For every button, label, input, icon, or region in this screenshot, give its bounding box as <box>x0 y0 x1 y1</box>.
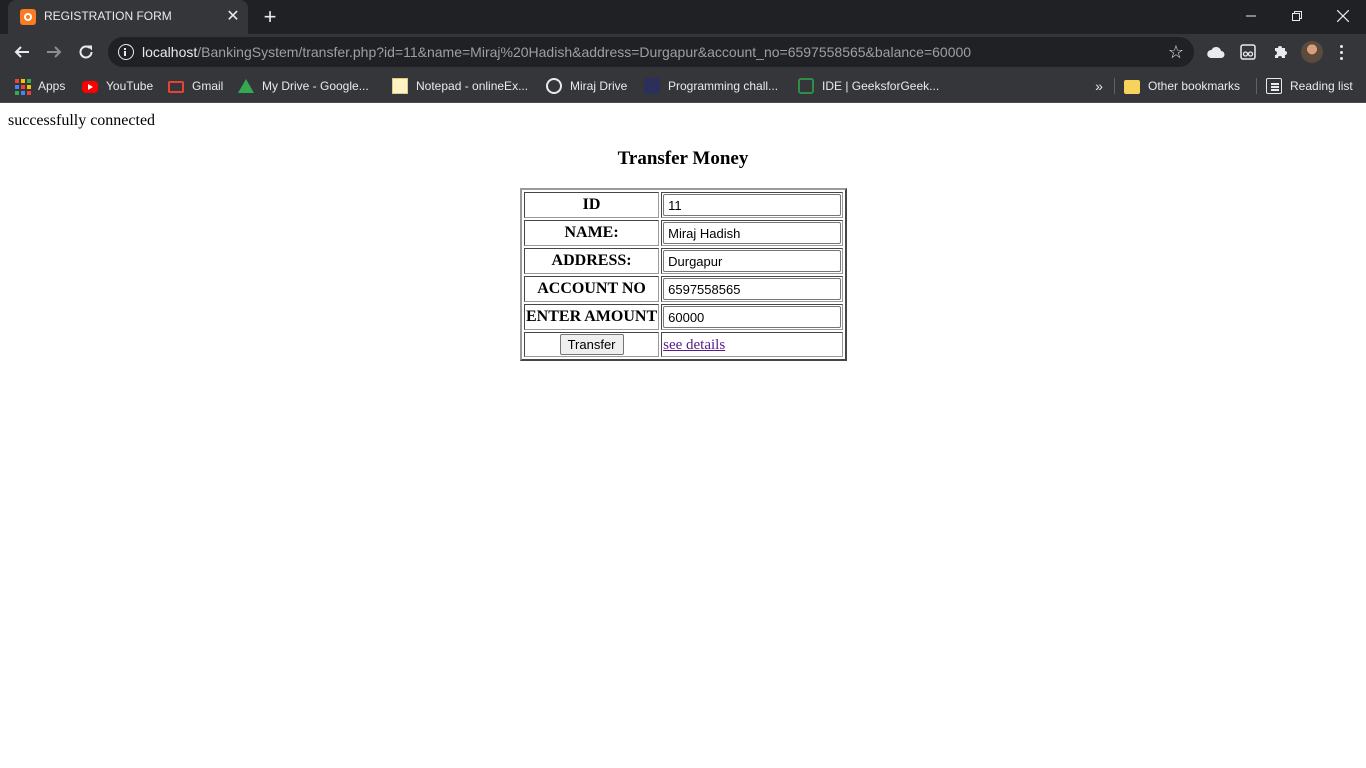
bookmark-label: YouTube <box>106 79 154 93</box>
name-label: NAME: <box>524 220 660 246</box>
browser-tab[interactable]: REGISTRATION FORM ✕ <box>8 0 248 34</box>
bookmark-label: Gmail <box>192 79 224 93</box>
bookmark-label: Notepad - onlineEx... <box>416 79 529 93</box>
restore-icon <box>1292 11 1302 21</box>
bookmark-notepad[interactable]: Notepad - onlineEx... <box>392 76 528 96</box>
bookmark-ide[interactable]: IDE | GeeksforGeek... <box>798 76 939 96</box>
globe-icon <box>546 78 562 94</box>
chrome-menu-icon[interactable] <box>1334 41 1348 63</box>
see-details-link[interactable]: see details <box>663 337 725 353</box>
reading-list-label: Reading list <box>1290 79 1353 93</box>
restore-button[interactable] <box>1274 2 1320 30</box>
bookmark-site-icon <box>644 78 660 94</box>
bookmark-label: Miraj Drive <box>570 79 628 93</box>
folder-icon <box>1124 79 1140 94</box>
bookmarks-bar: Apps YouTube Gmail My Drive - Google... … <box>0 70 1366 103</box>
tab-title: REGISTRATION FORM <box>44 9 172 23</box>
form-row-name: NAME: <box>524 220 844 246</box>
address-url[interactable]: localhost/BankingSystem/transfer.php?id=… <box>142 44 971 60</box>
address-bar[interactable]: localhost/BankingSystem/transfer.php?id=… <box>108 37 1194 67</box>
url-host: localhost <box>142 44 198 60</box>
close-window-button[interactable] <box>1320 2 1366 30</box>
transfer-button[interactable]: Transfer <box>559 334 624 355</box>
reload-button[interactable] <box>72 38 100 66</box>
profile-avatar[interactable] <box>1301 41 1323 63</box>
google-drive-icon <box>238 79 254 93</box>
address-label: ADDRESS: <box>524 248 660 274</box>
other-bookmarks[interactable]: Other bookmarks <box>1124 76 1240 96</box>
form-row-actions: Transfer see details <box>524 332 844 357</box>
bookmark-label: Apps <box>38 79 66 93</box>
browser-toolbar: localhost/BankingSystem/transfer.php?id=… <box>0 34 1366 70</box>
more-bookmarks-chevron-icon[interactable]: » <box>1090 76 1108 96</box>
extensions-puzzle-icon[interactable] <box>1269 41 1291 63</box>
youtube-icon <box>82 81 98 93</box>
reading-list-icon <box>1266 78 1282 94</box>
geeksforgeeks-icon <box>798 78 814 94</box>
page-title: Transfer Money <box>617 148 749 169</box>
bookmark-programming[interactable]: Programming chall... <box>644 76 778 96</box>
bookmark-label: My Drive - Google... <box>262 79 369 93</box>
forward-arrow-icon <box>47 46 62 58</box>
reading-list[interactable]: Reading list <box>1266 76 1353 96</box>
form-row-account: ACCOUNT NO <box>524 276 844 302</box>
amount-label: ENTER AMOUNT <box>524 304 660 330</box>
form-row-id: ID <box>524 192 844 218</box>
gmail-icon <box>168 81 184 93</box>
bookmark-gmail[interactable]: Gmail <box>168 76 223 96</box>
bookmark-label: IDE | GeeksforGeek... <box>822 79 940 93</box>
apps-grid-icon <box>14 78 31 95</box>
url-path: /BankingSystem/transfer.php?id=11&name=M… <box>197 44 972 60</box>
connection-status: successfully connected <box>8 112 156 129</box>
back-button[interactable] <box>8 38 36 66</box>
id-field[interactable] <box>663 194 842 216</box>
address-field[interactable] <box>663 250 842 272</box>
bookmarks-divider <box>1256 78 1257 94</box>
notepad-icon <box>392 78 408 94</box>
minimize-icon <box>1246 15 1256 17</box>
bookmark-miraj-drive[interactable]: Miraj Drive <box>546 76 627 96</box>
site-info-icon[interactable] <box>118 44 134 60</box>
tab-strip: REGISTRATION FORM ✕ + <box>0 0 1366 34</box>
bookmarks-divider <box>1114 78 1115 94</box>
form-row-amount: ENTER AMOUNT <box>524 304 844 330</box>
minimize-button[interactable] <box>1228 2 1274 30</box>
account-no-field[interactable] <box>663 278 842 300</box>
other-bookmarks-label: Other bookmarks <box>1148 79 1241 93</box>
extension-cloud-icon[interactable] <box>1205 41 1227 63</box>
id-label: ID <box>524 192 660 218</box>
extension-reader-icon[interactable] <box>1237 41 1259 63</box>
back-arrow-icon <box>14 46 29 58</box>
bookmark-my-drive[interactable]: My Drive - Google... <box>238 76 369 96</box>
bookmark-youtube[interactable]: YouTube <box>82 76 153 96</box>
form-row-address: ADDRESS: <box>524 248 844 274</box>
bookmark-label: Programming chall... <box>668 79 779 93</box>
xampp-favicon-icon <box>20 9 36 25</box>
close-tab-icon[interactable]: ✕ <box>224 8 242 26</box>
name-field[interactable] <box>663 222 842 244</box>
amount-field[interactable] <box>663 306 842 328</box>
transfer-form: ID NAME: ADDRESS: ACCOUNT NO ENTER AMOUN… <box>520 188 848 361</box>
close-icon <box>1337 10 1349 22</box>
new-tab-button[interactable]: + <box>258 5 282 29</box>
reload-icon <box>79 45 93 59</box>
page-content: successfully connected Transfer Money ID… <box>0 104 1366 768</box>
bookmark-apps[interactable]: Apps <box>14 76 65 96</box>
forward-button[interactable] <box>40 38 68 66</box>
bookmark-star-icon[interactable]: ☆ <box>1166 42 1186 62</box>
account-no-label: ACCOUNT NO <box>524 276 660 302</box>
